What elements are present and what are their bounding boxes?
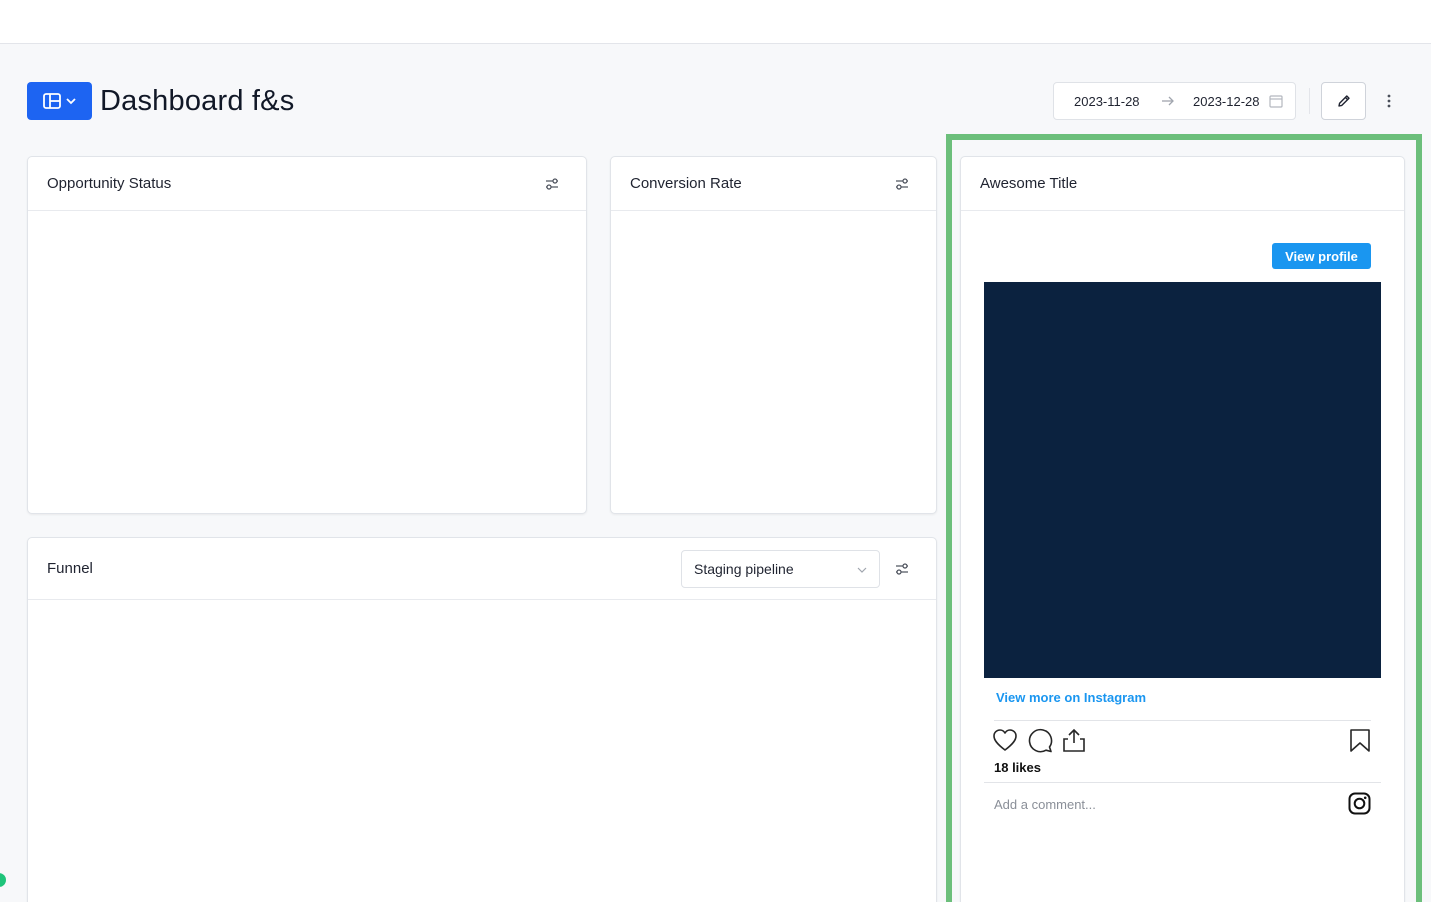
conversion-rate-widget: Conversion Rate <box>610 156 937 514</box>
pencil-icon <box>1337 95 1350 107</box>
widget-header: Funnel Staging pipeline <box>28 538 936 600</box>
date-end[interactable]: 2023-12-28 <box>1193 94 1260 109</box>
widget-header: Opportunity Status <box>28 157 586 211</box>
sliders-icon[interactable] <box>894 176 910 192</box>
date-start[interactable]: 2023-11-28 <box>1074 94 1140 109</box>
date-range-picker[interactable]: 2023-11-28 2023-12-28 <box>1053 82 1296 120</box>
widget-header: Conversion Rate <box>611 157 936 211</box>
widget-title: Opportunity Status <box>47 175 172 192</box>
funnel-widget: Funnel Staging pipeline <box>27 537 937 902</box>
layout-icon <box>42 93 61 109</box>
status-indicator <box>0 873 6 887</box>
top-bar <box>0 0 1431 44</box>
arrow-right-icon <box>1162 96 1174 106</box>
page-title: Dashboard f&s <box>100 85 295 117</box>
widget-title: Conversion Rate <box>630 175 742 192</box>
pipeline-select-value: Staging pipeline <box>694 561 794 577</box>
chevron-down-icon <box>65 98 76 105</box>
edit-button[interactable] <box>1321 82 1366 120</box>
sliders-icon[interactable] <box>894 561 910 577</box>
more-options-button[interactable] <box>1378 90 1400 112</box>
widget-title: Funnel <box>47 560 93 577</box>
chevron-down-icon <box>857 567 867 573</box>
opportunity-status-widget: Opportunity Status <box>27 156 587 514</box>
calendar-icon <box>1269 95 1283 108</box>
layout-switcher-button[interactable] <box>27 82 92 120</box>
toolbar-divider <box>1309 88 1310 114</box>
vertical-dots-icon <box>1387 94 1391 108</box>
pipeline-select[interactable]: Staging pipeline <box>681 550 880 588</box>
sliders-icon[interactable] <box>544 176 560 192</box>
selection-highlight <box>946 134 1422 902</box>
